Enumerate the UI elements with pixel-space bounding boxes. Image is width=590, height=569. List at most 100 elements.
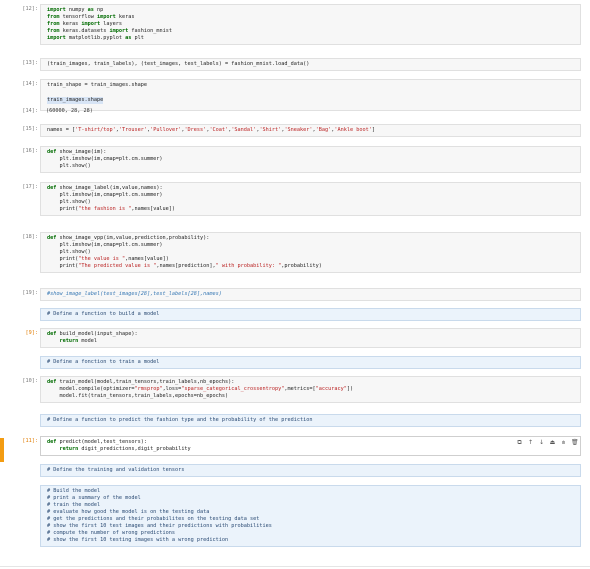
cell-editor[interactable]: def predict(model,test_tensors): return … [40,436,581,456]
code-token: model.compile(optimizer= [47,386,135,392]
code-token: # train the model [47,502,101,508]
code-token: from [47,28,60,34]
cell-editor[interactable]: def build_model(input_shape): return mod… [40,328,581,348]
cell-prompt: [14]: [22,81,38,87]
code-line: import numpy as np [47,7,574,14]
markdown-editor[interactable]: # Define the training and validation ten… [40,464,581,477]
code-line: def predict(model,test_tensors): [47,439,574,446]
code-token: # print a summary of the model [47,495,141,501]
code-line: def show_image(im): [47,149,574,156]
active-cell-indicator [0,438,4,462]
delete-icon[interactable]: 🗑 [571,439,579,447]
code-token: 'Pullover' [150,127,182,133]
code-token: "accuracy" [315,386,347,392]
code-token: 'Trouser' [118,127,147,133]
code-line: model.compile(optimizer="rmsprop",loss="… [47,386,574,393]
code-token: # Define a fonction to train a model [47,359,160,365]
code-token: keras [59,21,82,27]
code-token: import [96,14,116,20]
code-token: tensorflow [59,14,97,20]
cell-prompt: [12]: [22,6,38,12]
cell-prompt: [11]: [22,438,38,444]
code-token: predict(model,test_tensors): [56,439,147,445]
code-token: # show the first 10 testing images with … [47,537,229,543]
code-line: from keras.datasets import fashion_mnist [47,28,574,35]
markdown-editor[interactable]: # Build the model # print a summary of th… [40,485,581,547]
code-token: numpy [65,7,88,13]
cell-editor[interactable]: def show_image_vpp(im,value,prediction,p… [40,232,581,273]
code-line: # Build the model [47,488,574,495]
code-line: def show_image_label(im,value,names): [47,185,574,192]
code-line: def show_image_vpp(im,value,prediction,p… [47,235,574,242]
code-token: train_model(model,train_tensors,train_la… [56,379,235,385]
cell-editor[interactable]: import numpy as np from tensorflow import… [40,4,581,45]
code-token: " with probability: " [215,263,282,269]
code-token: def [47,185,57,191]
code-token: def [47,379,57,385]
code-line: (train_images, train_labels), (test_imag… [47,61,574,68]
code-line: plt.imshow(im,cmap=plt.cm.summer) [47,242,574,249]
code-line: print("the value is ",names[value]) [47,256,574,263]
cell-editor[interactable]: (train_images, train_labels), (test_imag… [40,58,581,71]
code-token: model [78,338,97,344]
code-line: #show_image_label(test_images[28],test_l… [47,291,574,298]
code-token: 'Ankle boot' [334,127,372,133]
cell-output: (60000, 28, 28) [40,106,581,117]
cell-prompt: [15]: [22,126,38,132]
cell-editor[interactable]: names = ['T-shirt/top','Trouser','Pullov… [40,124,581,137]
code-line: import matplotlib.pyplot as plt [47,35,574,42]
code-token: keras.datasets [59,28,110,34]
code-token: import [109,28,129,34]
move-up-icon[interactable]: ↑ [527,439,534,447]
code-token: ] [371,127,376,133]
code-token: 'T-shirt/top' [75,127,116,133]
code-token: np [93,7,104,13]
code-token: ,loss= [162,386,182,392]
code-token: # show the first 10 test images and thei… [47,523,272,529]
bottom-divider [0,566,590,567]
code-line: (60000, 28, 28) [46,108,575,115]
code-token: model.fit(train_tensors,train_labels,epo… [47,393,229,399]
move-down-icon[interactable]: ↓ [538,439,545,447]
cell-prompt: [18]: [22,234,38,240]
code-token: "the fashion is " [78,206,132,212]
code-token: # get the predictions and their probabil… [47,516,260,522]
code-token: from [47,14,60,20]
markdown-editor[interactable]: # Define a fonction to train a model [40,356,581,369]
cell-editor[interactable]: #show_image_label(test_images[28],test_l… [40,288,581,301]
code-line: names = ['T-shirt/top','Trouser','Pullov… [47,127,574,134]
code-token: plt.show() [47,199,91,205]
code-token: # Define a function to predict the fashi… [47,417,313,423]
markdown-editor[interactable]: # Define a function to build a model [40,308,581,321]
code-token: ,names[value]) [125,256,169,262]
code-token: plt.imshow(im,cmap=plt.cm.summer) [47,242,163,248]
code-token: import [81,21,101,27]
notebook: [12]: import numpy as np from tensorflow … [0,0,590,569]
code-line: def train_model(model,train_tensors,trai… [47,379,574,386]
code-line: # Define the training and validation ten… [47,467,574,474]
cell-editor[interactable]: def train_model(model,train_tensors,trai… [40,376,581,403]
cell-editor[interactable]: def show_image_label(im,value,names): pl… [40,182,581,216]
cell-editor[interactable]: def show_image(im): plt.imshow(im,cmap=p… [40,146,581,173]
code-line: # get the predictions and their probabil… [47,516,574,523]
code-token: print( [47,256,79,262]
code-line: def build_model(input_shape): [47,331,574,338]
copy-icon[interactable]: ⧉ [516,439,523,447]
code-line: # Define a function to predict the fashi… [47,417,574,424]
code-token: plt.imshow(im,cmap=plt.cm.summer) [47,192,163,198]
code-token: import [47,35,66,41]
code-token: # evaluate how good the model is on the … [47,509,210,515]
merge-icon[interactable]: ⩧ [560,439,567,447]
code-token: plt.imshow(im,cmap=plt.cm.summer) [47,156,163,162]
code-token: # compute the number of wrong prediction… [47,530,176,536]
code-line: plt.imshow(im,cmap=plt.cm.summer) [47,156,574,163]
code-token: # Define a function to build a model [47,311,160,317]
insert-icon[interactable]: ⏏ [549,439,556,447]
markdown-editor[interactable]: # Define a function to predict the fashi… [40,414,581,427]
code-token: plt.show() [47,249,91,255]
code-token: fashion_mnist [128,28,172,34]
cell-prompt: [19]: [22,290,38,296]
code-line: plt.show() [47,249,574,256]
code-token: 'Dress' [184,127,207,133]
